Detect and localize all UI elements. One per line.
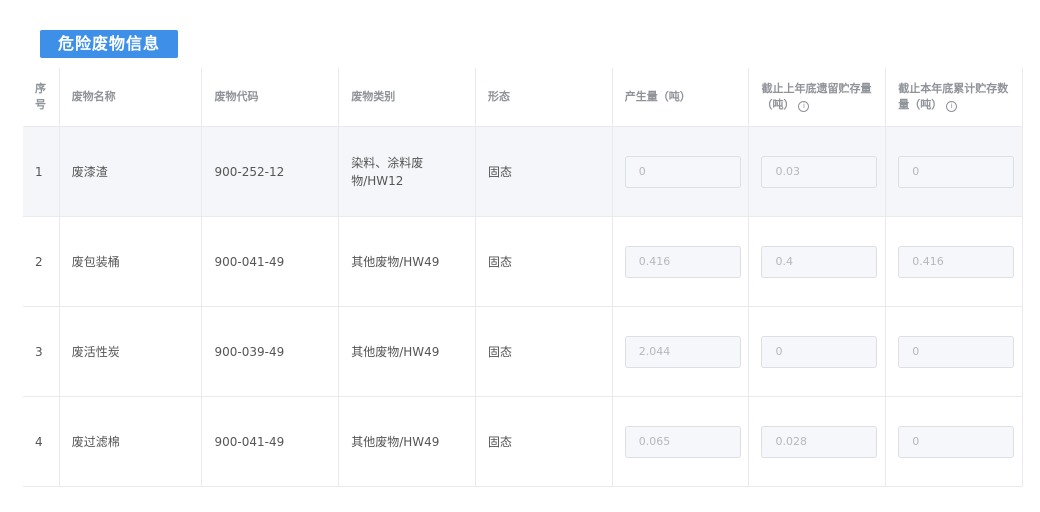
- header-produced: 产生量（吨）: [612, 68, 750, 127]
- cell-produced: [612, 306, 750, 397]
- cell-name: 废过滤棉: [59, 396, 203, 487]
- info-circle-icon[interactable]: i: [946, 101, 958, 112]
- cell-code: 900-041-49: [201, 396, 340, 487]
- this-year-storage-input[interactable]: [898, 245, 1015, 278]
- last-year-storage-input[interactable]: [761, 425, 878, 458]
- cell-name: 废包装桶: [59, 216, 203, 307]
- produced-input[interactable]: [624, 335, 741, 368]
- cell-last-year-storage: [748, 306, 887, 397]
- cell-last-year-storage: [748, 216, 887, 307]
- cell-name: 废漆渣: [59, 126, 203, 217]
- info-circle-icon[interactable]: i: [798, 101, 810, 112]
- produced-input[interactable]: [624, 245, 741, 278]
- header-last-year-storage-label: 截止上年底遗留贮存量（吨）: [761, 82, 872, 111]
- hazardous-waste-table: 序号 废物名称 废物代码 废物类别 形态 产生量（吨） 截止上年底遗留贮存量（吨…: [23, 68, 1023, 488]
- cell-category: 其他废物/HW49: [338, 216, 476, 307]
- cell-index: 1: [23, 126, 60, 217]
- header-category: 废物类别: [338, 68, 476, 127]
- header-this-year-storage: 截止本年底累计贮存数量（吨） i: [885, 68, 1023, 127]
- table-row: 1 废漆渣 900-252-12 染料、涂料废物/HW12 固态: [23, 126, 1023, 217]
- table-row: 3 废活性炭 900-039-49 其他废物/HW49 固态: [23, 306, 1023, 397]
- cell-last-year-storage: [748, 126, 887, 217]
- table-row: 2 废包装桶 900-041-49 其他废物/HW49 固态: [23, 216, 1023, 307]
- cell-category: 其他废物/HW49: [338, 396, 476, 487]
- this-year-storage-input[interactable]: [898, 335, 1015, 368]
- header-form: 形态: [475, 68, 613, 127]
- cell-form: 固态: [475, 396, 613, 487]
- header-last-year-storage: 截止上年底遗留贮存量（吨） i: [748, 68, 887, 127]
- cell-code: 900-041-49: [201, 216, 340, 307]
- table-row: 4 废过滤棉 900-041-49 其他废物/HW49 固态: [23, 396, 1023, 487]
- cell-form: 固态: [475, 216, 613, 307]
- header-index: 序号: [23, 68, 60, 127]
- table-header-row: 序号 废物名称 废物代码 废物类别 形态 产生量（吨） 截止上年底遗留贮存量（吨…: [23, 68, 1023, 127]
- last-year-storage-input[interactable]: [761, 155, 878, 188]
- cell-produced: [612, 126, 750, 217]
- header-name: 废物名称: [59, 68, 203, 127]
- cell-index: 3: [23, 306, 60, 397]
- cell-produced: [612, 396, 750, 487]
- produced-input[interactable]: [624, 425, 741, 458]
- this-year-storage-input[interactable]: [898, 155, 1015, 188]
- cell-form: 固态: [475, 306, 613, 397]
- cell-this-year-storage: [885, 216, 1023, 307]
- cell-category: 其他废物/HW49: [338, 306, 476, 397]
- cell-name: 废活性炭: [59, 306, 203, 397]
- produced-input[interactable]: [624, 155, 741, 188]
- cell-index: 4: [23, 396, 60, 487]
- header-code: 废物代码: [201, 68, 340, 127]
- section-title: 危险废物信息: [40, 30, 179, 58]
- this-year-storage-input[interactable]: [898, 425, 1015, 458]
- cell-code: 900-039-49: [201, 306, 340, 397]
- cell-index: 2: [23, 216, 60, 307]
- cell-code: 900-252-12: [201, 126, 340, 217]
- cell-this-year-storage: [885, 306, 1023, 397]
- cell-this-year-storage: [885, 396, 1023, 487]
- cell-category: 染料、涂料废物/HW12: [338, 126, 476, 217]
- cell-this-year-storage: [885, 126, 1023, 217]
- last-year-storage-input[interactable]: [761, 245, 878, 278]
- cell-last-year-storage: [748, 396, 887, 487]
- cell-form: 固态: [475, 126, 613, 217]
- cell-produced: [612, 216, 750, 307]
- last-year-storage-input[interactable]: [761, 335, 878, 368]
